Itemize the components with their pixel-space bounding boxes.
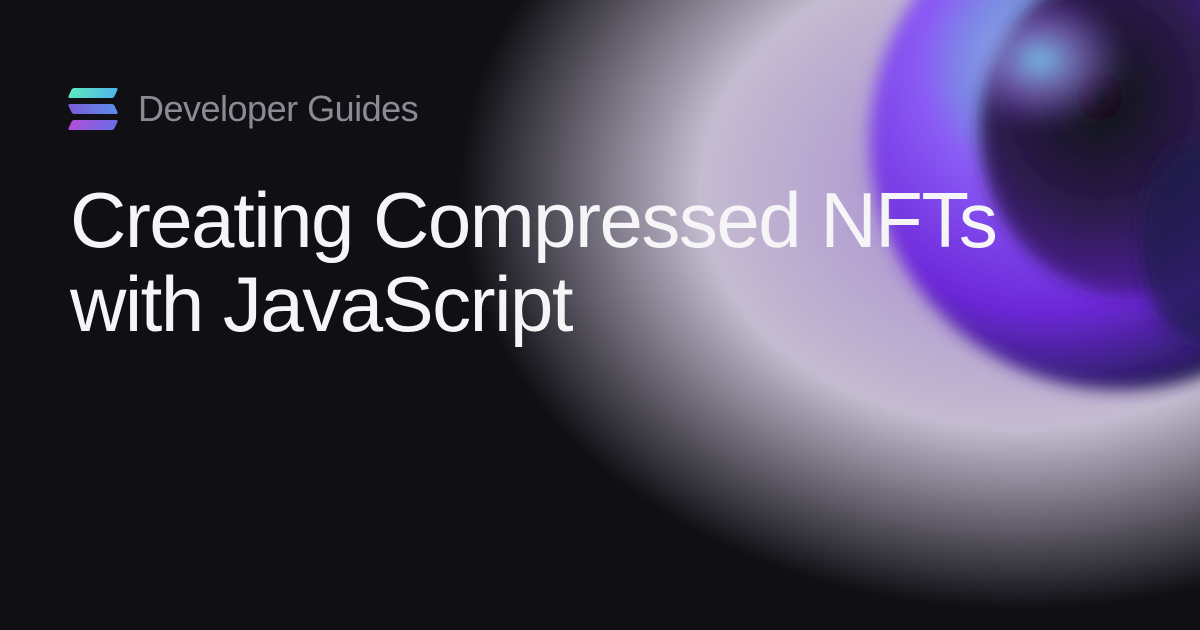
- header-row: Developer Guides: [70, 88, 1130, 130]
- solana-logo-icon: [70, 88, 116, 130]
- page-title: Creating Compressed NFTs with JavaScript: [70, 178, 1030, 346]
- category-label: Developer Guides: [138, 88, 418, 130]
- content-area: Developer Guides Creating Compressed NFT…: [70, 88, 1130, 346]
